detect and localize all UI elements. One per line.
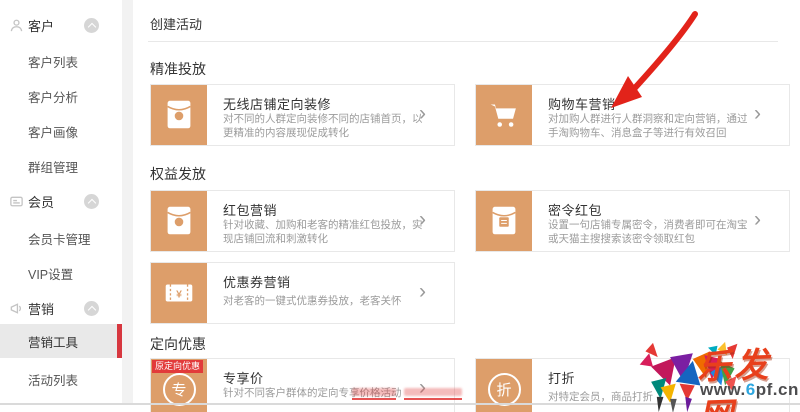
watermark-underline (404, 398, 462, 400)
watermark-site-name: 乐发网 (696, 336, 800, 412)
chevron-right-icon: › (419, 208, 426, 232)
svg-text:¥: ¥ (176, 289, 182, 300)
sidebar-item-activity-list[interactable]: 活动列表 (0, 366, 122, 392)
divider (148, 41, 778, 42)
red-packet-icon (151, 191, 207, 251)
sidebar-item-group-management[interactable]: 群组管理 (0, 153, 122, 179)
sidebar-group-label: 营销 (28, 299, 54, 318)
chevron-right-icon: › (754, 208, 761, 232)
card-desc: 对加购人群进行人群洞察和定向营销，通过手淘购物车、消息盒子等进行有效召回 (548, 112, 753, 140)
sidebar: 客户 客户列表 客户分析 客户画像 群组管理 会员 会员卡管理 (0, 0, 122, 403)
chevron-right-icon: › (754, 102, 761, 126)
sidebar-group-member[interactable]: 会员 (0, 188, 122, 214)
origin-targeted-discount-badge: 原定向优惠 (152, 360, 203, 373)
watermark-underline (352, 398, 396, 400)
watermark-site-url: www.6pf.cn (700, 380, 799, 400)
card-title: 购物车营销 (548, 94, 616, 113)
shopping-cart-icon (476, 85, 532, 145)
card-red-packet-marketing[interactable]: 红包营销 针对收藏、加购和老客的精准红包投放，实现店铺回流和刺激转化 › (150, 190, 455, 252)
card-wireless-shop-decoration[interactable]: 无线店铺定向装修 对不同的人群定向装修不同的店铺首页，以更精准的内容展现促成转化… (150, 84, 455, 146)
card-title: 专享价 (223, 368, 264, 387)
card-title: 打折 (548, 368, 575, 387)
card-title: 密令红包 (548, 200, 602, 219)
page-title: 创建活动 (150, 14, 202, 33)
user-icon (9, 18, 24, 33)
sidebar-item-customer-profile[interactable]: 客户画像 (0, 118, 122, 144)
sidebar-group-customer[interactable]: 客户 (0, 12, 122, 38)
collapse-toggle-icon[interactable] (84, 194, 99, 209)
sidebar-group-marketing[interactable]: 营销 (0, 295, 122, 321)
megaphone-icon (9, 301, 24, 316)
card-password-red-packet[interactable]: 密令红包 设置一句店铺专属密令，消费者即可在淘宝或天猫主搜搜索该密令领取红包 › (475, 190, 790, 252)
card-desc: 对不同的人群定向装修不同的店铺首页，以更精准的内容展现促成转化 (223, 112, 428, 140)
sidebar-group-label: 客户 (28, 16, 54, 35)
chevron-right-icon: › (419, 280, 426, 304)
card-desc: 针对收藏、加购和老客的精准红包投放，实现店铺回流和刺激转化 (223, 218, 428, 246)
card-desc: 设置一句店铺专属密令，消费者即可在淘宝或天猫主搜搜索该密令领取红包 (548, 218, 753, 246)
sidebar-item-vip-settings[interactable]: VIP设置 (0, 260, 122, 286)
marketing-tools-page: 客户 客户列表 客户分析 客户画像 群组管理 会员 会员卡管理 (0, 0, 800, 412)
card-title: 无线店铺定向装修 (223, 94, 331, 113)
section-title-rights-distribution: 权益发放 (150, 164, 206, 184)
sidebar-content-divider (122, 0, 133, 403)
collapse-toggle-icon[interactable] (84, 18, 99, 33)
red-packet-icon (151, 85, 207, 145)
card-cart-marketing[interactable]: 购物车营销 对加购人群进行人群洞察和定向营销，通过手淘购物车、消息盒子等进行有效… (475, 84, 790, 146)
sidebar-item-customer-analysis[interactable]: 客户分析 (0, 83, 122, 109)
card-coupon-marketing[interactable]: ¥ 优惠券营销 对老客的一键式优惠券投放，老客关怀 › (150, 262, 455, 324)
watermark-link-fragment (352, 388, 396, 396)
chevron-right-icon: › (419, 102, 426, 126)
red-packet-note-icon (476, 191, 532, 251)
section-title-precise-delivery: 精准投放 (150, 59, 206, 79)
section-title-targeted-discount: 定向优惠 (150, 334, 206, 354)
collapse-toggle-icon[interactable] (84, 301, 99, 316)
site-watermark: 乐发网 www.6pf.cn (634, 336, 800, 412)
card-title: 红包营销 (223, 200, 277, 219)
sidebar-group-label: 会员 (28, 192, 54, 211)
sidebar-item-member-card[interactable]: 会员卡管理 (0, 225, 122, 251)
card-title: 优惠券营销 (223, 272, 291, 291)
member-card-icon (9, 194, 24, 209)
card-desc: 针对不同客户群体的定向专享价格活动 (223, 386, 428, 400)
watermark-link-fragment (404, 388, 462, 396)
coupon-icon: ¥ (151, 263, 207, 323)
card-desc: 对老客的一键式优惠券投放，老客关怀 (223, 294, 428, 308)
sidebar-item-customer-list[interactable]: 客户列表 (0, 48, 122, 74)
sidebar-item-marketing-tools[interactable]: 营销工具 (0, 328, 122, 354)
